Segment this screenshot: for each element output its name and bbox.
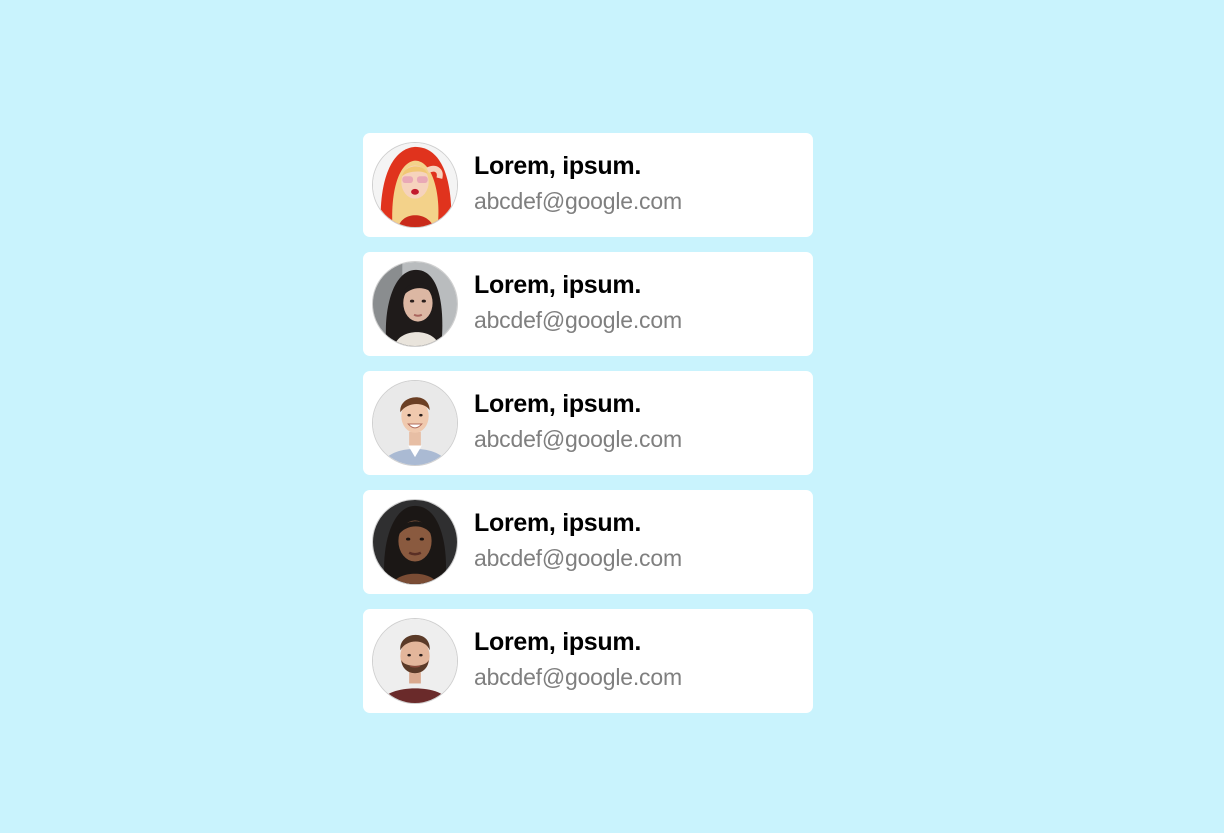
avatar (372, 261, 458, 347)
contact-name: Lorem, ipsum. (474, 628, 641, 656)
avatar (372, 499, 458, 585)
man-beard-avatar-icon (373, 619, 457, 703)
avatar (372, 380, 458, 466)
contact-card[interactable]: Lorem, ipsum. abcdef@google.com (363, 133, 813, 237)
contact-card[interactable]: Lorem, ipsum. abcdef@google.com (363, 252, 813, 356)
contact-email: abcdef@google.com (474, 545, 682, 571)
contact-card[interactable]: Lorem, ipsum. abcdef@google.com (363, 371, 813, 475)
avatar (372, 142, 458, 228)
contact-name: Lorem, ipsum. (474, 271, 641, 299)
woman-red-hoodie-avatar-icon (373, 143, 457, 227)
avatar (372, 618, 458, 704)
contact-name: Lorem, ipsum. (474, 509, 641, 537)
contact-card[interactable]: Lorem, ipsum. abcdef@google.com (363, 490, 813, 594)
contact-list: Lorem, ipsum. abcdef@google.com Lorem, i… (363, 133, 813, 728)
woman-dark-hair-avatar-icon (373, 262, 457, 346)
woman-dark-skin-avatar-icon (373, 500, 457, 584)
contact-email: abcdef@google.com (474, 188, 682, 214)
contact-card[interactable]: Lorem, ipsum. abcdef@google.com (363, 609, 813, 713)
contact-name: Lorem, ipsum. (474, 390, 641, 418)
contact-email: abcdef@google.com (474, 664, 682, 690)
contact-email: abcdef@google.com (474, 426, 682, 452)
contact-email: abcdef@google.com (474, 307, 682, 333)
contact-name: Lorem, ipsum. (474, 152, 641, 180)
man-smiling-shirt-avatar-icon (373, 381, 457, 465)
